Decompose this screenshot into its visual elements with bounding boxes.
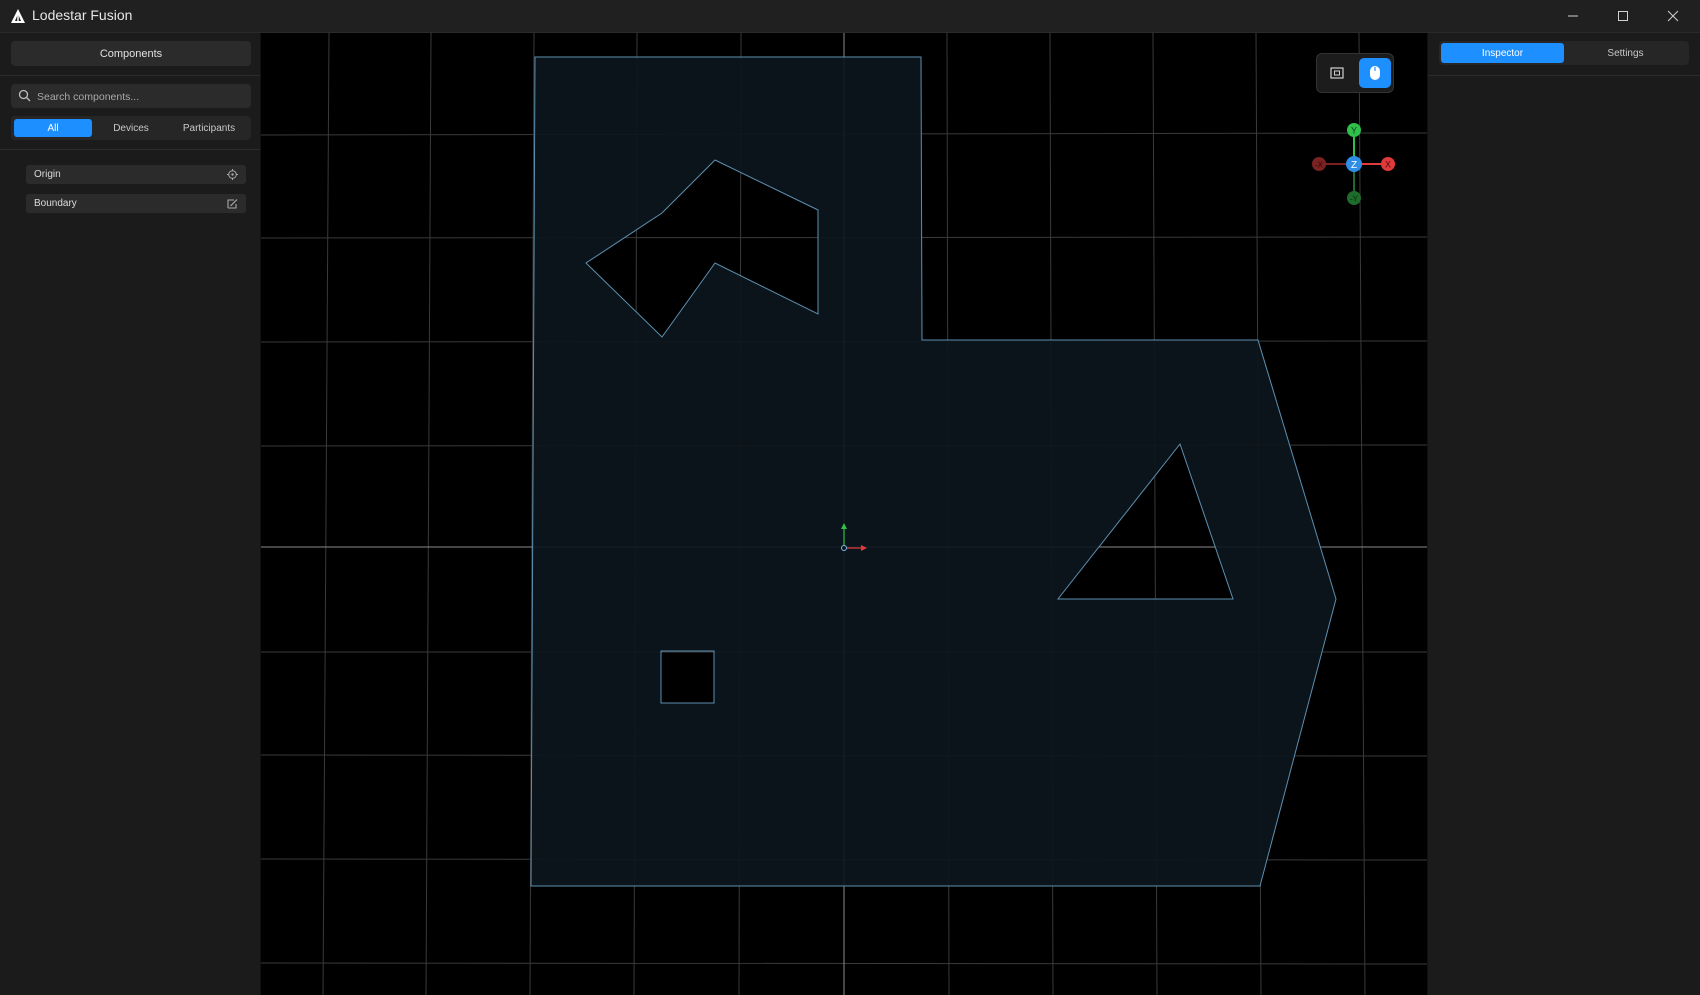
inspector-tabs: Inspector Settings bbox=[1439, 41, 1689, 65]
filter-tab-devices[interactable]: Devices bbox=[92, 119, 170, 137]
mouse-icon bbox=[1370, 66, 1380, 80]
panel-divider bbox=[0, 75, 260, 76]
svg-text:X: X bbox=[1385, 160, 1391, 170]
tab-settings[interactable]: Settings bbox=[1564, 43, 1687, 63]
component-label: Origin bbox=[34, 169, 61, 180]
maximize-icon bbox=[1618, 11, 1628, 21]
frame-view-icon bbox=[1330, 67, 1344, 79]
inspector-panel: Inspector Settings bbox=[1427, 33, 1700, 995]
svg-text:Y: Y bbox=[1351, 126, 1357, 136]
app-title: Lodestar Fusion bbox=[32, 7, 133, 23]
boundary-polygon[interactable] bbox=[530, 56, 1337, 887]
svg-text:Z: Z bbox=[1351, 160, 1357, 171]
crosshair-icon bbox=[227, 169, 238, 180]
search-box[interactable] bbox=[11, 84, 251, 108]
view-toolbar bbox=[1316, 53, 1394, 93]
gizmo-pos-x[interactable]: X bbox=[1381, 157, 1395, 171]
title-bar: Lodestar Fusion bbox=[0, 0, 1700, 33]
boundary-edit-icon bbox=[227, 199, 238, 209]
tab-inspector[interactable]: Inspector bbox=[1441, 43, 1564, 63]
scene-viewport[interactable]: Y -Y X -X Z bbox=[261, 33, 1427, 995]
mouse-mode-button[interactable] bbox=[1359, 58, 1391, 88]
filter-tabs: All Devices Participants bbox=[11, 116, 251, 140]
frame-view-button[interactable] bbox=[1321, 58, 1353, 88]
gizmo-neg-y[interactable]: -Y bbox=[1347, 191, 1361, 205]
app-logo-icon bbox=[11, 9, 25, 23]
svg-text:-Y: -Y bbox=[1350, 195, 1359, 204]
components-panel: Components All Devices Participants Orig… bbox=[0, 33, 261, 995]
minimize-button[interactable] bbox=[1548, 0, 1598, 32]
minimize-icon bbox=[1568, 15, 1578, 17]
component-item-origin[interactable]: Origin bbox=[26, 165, 246, 184]
search-icon bbox=[18, 89, 31, 102]
gizmo-z[interactable]: Z bbox=[1346, 156, 1362, 172]
panel-divider bbox=[0, 149, 260, 150]
gizmo-neg-x[interactable]: -X bbox=[1312, 157, 1326, 171]
search-input[interactable] bbox=[35, 86, 249, 108]
close-button[interactable] bbox=[1648, 0, 1698, 32]
maximize-button[interactable] bbox=[1598, 0, 1648, 32]
component-item-boundary[interactable]: Boundary bbox=[26, 194, 246, 213]
svg-text:-X: -X bbox=[1315, 161, 1324, 170]
panel-divider bbox=[1428, 75, 1700, 76]
filter-tab-participants[interactable]: Participants bbox=[170, 119, 248, 137]
axis-gizmo[interactable]: Y -Y X -X Z bbox=[1310, 121, 1398, 207]
scene-canvas[interactable] bbox=[261, 33, 1427, 995]
filter-tab-all[interactable]: All bbox=[14, 119, 92, 137]
components-header[interactable]: Components bbox=[11, 41, 251, 66]
component-label: Boundary bbox=[34, 198, 77, 209]
gizmo-pos-y[interactable]: Y bbox=[1347, 123, 1361, 137]
close-icon bbox=[1667, 10, 1679, 22]
